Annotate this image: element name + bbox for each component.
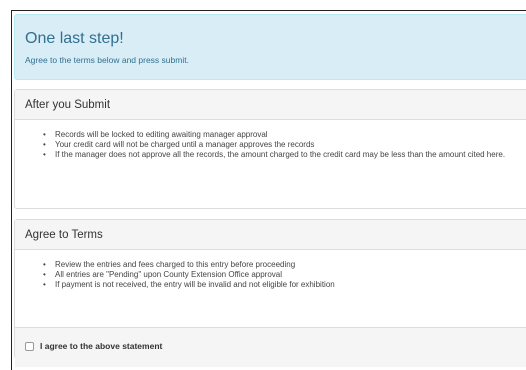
agree-terms-heading: Agree to Terms: [15, 220, 526, 250]
list-item: Records will be locked to editing awaiti…: [43, 130, 523, 140]
agree-label[interactable]: I agree to the above statement: [40, 341, 162, 351]
alert-subtitle: Agree to the terms below and press submi…: [25, 55, 189, 65]
agree-checkbox[interactable]: [25, 341, 34, 351]
list-item: If the manager does not approve all the …: [43, 150, 523, 160]
alert-title: One last step!: [25, 30, 124, 47]
list-item: All entries are "Pending" upon County Ex…: [43, 270, 523, 280]
list-item: If payment is not received, the entry wi…: [43, 280, 523, 290]
after-submit-list: Records will be locked to editing awaiti…: [15, 130, 523, 160]
agree-footer: I agree to the above statement: [15, 327, 526, 367]
after-submit-panel: After you Submit Records will be locked …: [14, 89, 526, 209]
after-submit-heading: After you Submit: [15, 90, 526, 120]
list-item: Your credit card will not be charged unt…: [43, 140, 523, 150]
list-item: Review the entries and fees charged to t…: [43, 260, 523, 270]
info-alert: One last step! Agree to the terms below …: [14, 14, 526, 80]
agree-terms-panel: Agree to Terms Review the entries and fe…: [14, 219, 526, 367]
after-submit-body: Records will be locked to editing awaiti…: [15, 120, 526, 168]
agree-checkbox-row[interactable]: I agree to the above statement: [25, 341, 526, 351]
terms-list: Review the entries and fees charged to t…: [15, 260, 523, 290]
agree-terms-body: Review the entries and fees charged to t…: [15, 250, 526, 298]
